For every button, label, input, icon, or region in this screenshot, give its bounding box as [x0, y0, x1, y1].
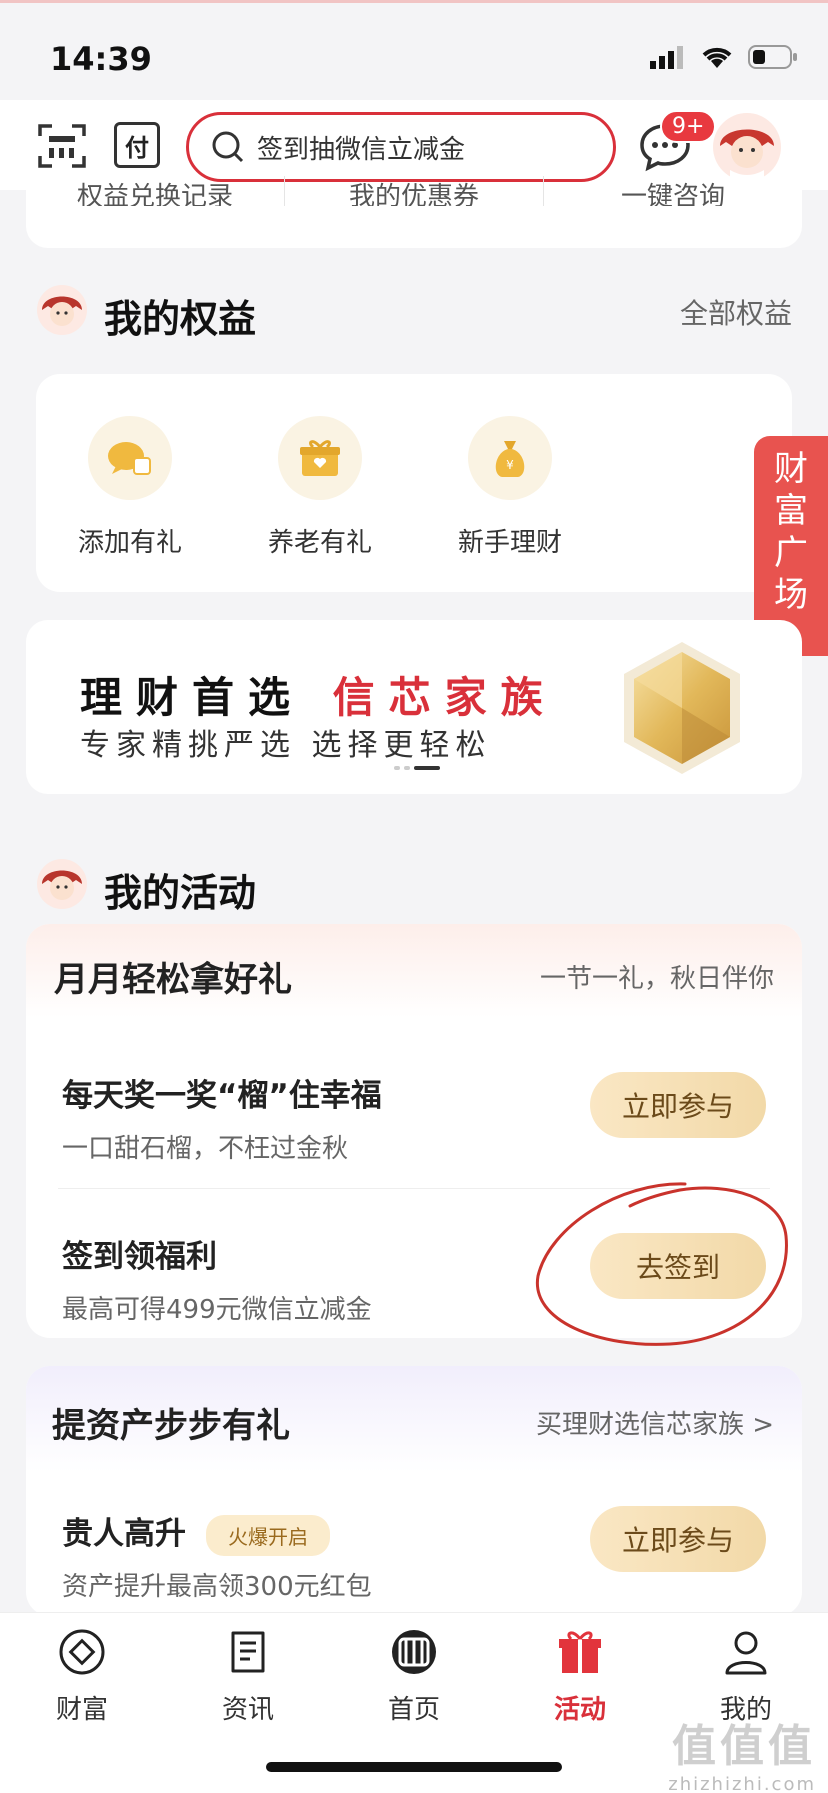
rights-item-add[interactable]: 添加有礼	[60, 416, 200, 559]
quick-link[interactable]: 权益兑换记录	[26, 176, 285, 206]
nav-item-wealth[interactable]: 财富	[22, 1627, 142, 1726]
activity-card-assets: 提资产步步有礼 买理财选信芯家族 > 贵人高升 火爆开启 资产提升最高领300元红…	[26, 1366, 802, 1616]
status-icons	[650, 44, 798, 70]
activities-title: 我的活动	[104, 871, 257, 915]
rights-item-label: 新手理财	[457, 528, 562, 558]
money-bag-icon: ¥	[495, 441, 525, 477]
watermark-main: 值值值	[672, 1721, 816, 1772]
user-icon	[725, 1631, 767, 1675]
join-button[interactable]: 立即参与	[590, 1072, 766, 1138]
message-badge: 9+	[660, 110, 717, 143]
rights-icon-bg	[88, 416, 172, 500]
rights-card: 添加有礼 养老有礼 ¥ 新手理财	[36, 374, 792, 592]
join-button[interactable]: 立即参与	[590, 1506, 766, 1572]
card-header: 提资产步步有礼 买理财选信芯家族 >	[26, 1366, 802, 1478]
card-header: 月月轻松拿好礼 一节一礼，秋日伴你	[26, 924, 802, 1028]
watermark-sub: zhizhizhi.com	[668, 1774, 816, 1793]
activity-title: 签到领福利	[62, 1239, 217, 1275]
battery-icon	[748, 45, 797, 69]
top-stripe	[0, 0, 828, 3]
gift-icon	[559, 1631, 601, 1673]
search-placeholder: 签到抽微信立减金	[257, 134, 466, 165]
svg-text:¥: ¥	[506, 458, 514, 472]
activity-row: 贵人高升 火爆开启 资产提升最高领300元红包 立即参与	[26, 1478, 802, 1616]
nav-item-activity[interactable]: 活动	[520, 1627, 640, 1726]
card-title: 提资产步步有礼	[52, 1405, 290, 1446]
watermark: 值值值 zhizhizhi.com	[668, 1710, 816, 1793]
news-icon	[231, 1631, 265, 1673]
card-link[interactable]: 买理财选信芯家族 >	[536, 1404, 774, 1441]
wifi-icon	[702, 47, 732, 68]
nav-item-home[interactable]: 首页	[354, 1627, 474, 1726]
rights-item-pension[interactable]: 养老有礼	[250, 416, 390, 559]
hot-tag: 火爆开启	[206, 1515, 330, 1556]
signal-icon	[650, 46, 683, 69]
banner-subline: 专家精挑严选 选择更轻松	[80, 728, 492, 763]
side-tab-char: 财	[774, 449, 808, 489]
status-time: 14:39	[50, 40, 152, 78]
quick-link[interactable]: 我的优惠券	[285, 176, 544, 206]
side-tab-char: 场	[774, 575, 808, 615]
search-bar[interactable]: 签到抽微信立减金	[186, 112, 616, 182]
rights-item-newbie[interactable]: ¥ 新手理财	[440, 416, 580, 559]
wealth-icon	[59, 1629, 105, 1675]
red-circle-annotation	[535, 1182, 788, 1346]
mascot-icon	[37, 285, 87, 335]
mascot-avatar[interactable]	[712, 112, 782, 182]
rights-icon-bg: ¥	[468, 416, 552, 500]
activity-row: 每天奖一奖“榴”住幸福 一口甜石榴，不枉过金秋 立即参与	[26, 1028, 802, 1188]
side-tab-char: 广	[774, 533, 808, 573]
nav-label: 财富	[55, 1695, 108, 1725]
rights-icon-bg	[278, 416, 362, 500]
card-subtitle: 一节一礼，秋日伴你	[539, 963, 774, 994]
nav-label: 活动	[553, 1695, 606, 1725]
side-tab-char: 富	[774, 491, 808, 531]
all-rights-link[interactable]: 全部权益	[680, 292, 792, 332]
quick-link[interactable]: 一键咨询	[544, 176, 802, 206]
rights-item-label: 养老有礼	[267, 528, 372, 558]
activity-desc: 最高可得499元微信立减金	[62, 1295, 372, 1325]
card-title: 月月轻松拿好礼	[54, 959, 292, 1000]
rights-title: 我的权益	[104, 297, 257, 341]
home-indicator	[266, 1762, 562, 1772]
gold-hexagon-icon	[624, 642, 740, 774]
banner-headline-b: 信芯家族	[332, 673, 557, 722]
mascot-icon	[37, 859, 87, 909]
activity-title: 贵人高升 火爆开启	[62, 1508, 330, 1556]
scan-icon[interactable]	[38, 122, 86, 170]
chat-gift-icon	[108, 442, 151, 475]
carousel-dots	[394, 766, 440, 770]
quick-links-card: 权益兑换记录 我的优惠券 一键咨询	[26, 176, 802, 248]
bank-logo-icon	[392, 1630, 436, 1674]
activity-desc: 一口甜石榴，不枉过金秋	[62, 1134, 349, 1164]
nav-label: 首页	[387, 1695, 440, 1725]
banner-headline-a: 理财首选	[80, 673, 305, 722]
nav-item-news[interactable]: 资讯	[188, 1627, 308, 1726]
rights-item-label: 添加有礼	[77, 528, 182, 558]
gift-box-icon	[300, 440, 340, 476]
search-icon	[212, 131, 244, 163]
activity-title: 每天奖一奖“榴”住幸福	[62, 1078, 382, 1114]
banner-headline: 理财首选 信芯家族	[80, 664, 557, 725]
activity-title-text: 贵人高升	[62, 1516, 186, 1552]
pay-button[interactable]: 付	[114, 122, 160, 168]
promo-banner[interactable]: 理财首选 信芯家族 专家精挑严选 选择更轻松	[26, 620, 802, 794]
nav-label: 资讯	[221, 1695, 274, 1725]
activity-desc: 资产提升最高领300元红包	[62, 1572, 372, 1602]
pay-label: 付	[125, 133, 149, 162]
